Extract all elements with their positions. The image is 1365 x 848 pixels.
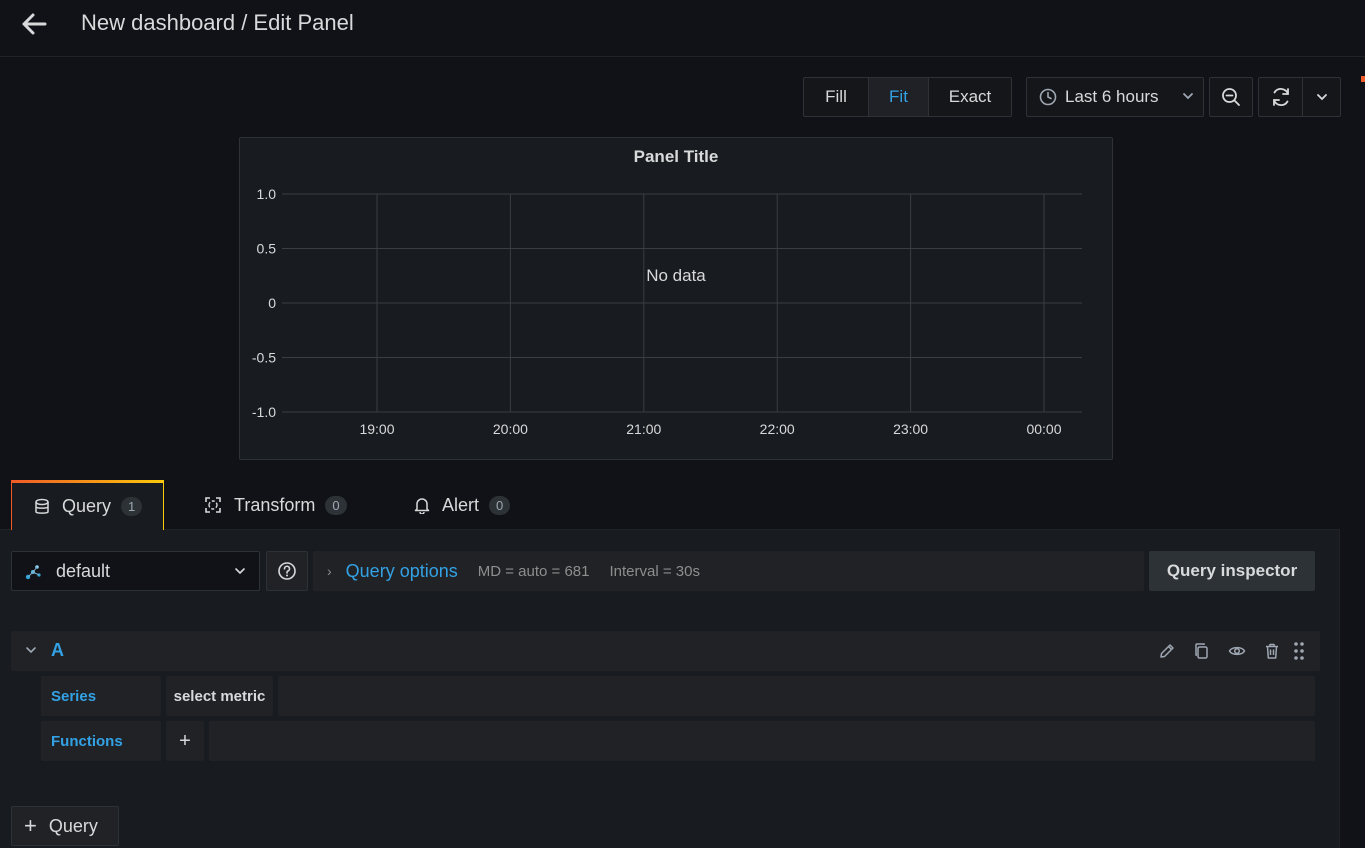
refresh-button[interactable] [1259,78,1303,116]
bell-icon [414,498,430,514]
view-mode-fit-button[interactable]: Fit [869,78,929,116]
drag-handle[interactable] [1289,641,1309,661]
x-tick-label: 00:00 [1026,421,1061,437]
edit-query-button[interactable] [1157,641,1177,661]
transform-icon [205,497,221,513]
query-options-toggle[interactable]: › Query options MD = auto = 681 Interval… [313,551,1144,591]
x-tick-label: 23:00 [893,421,928,437]
query-row-header: A [11,631,1320,671]
copy-icon [1195,643,1208,659]
plus-icon: + [24,813,37,838]
pencil-icon [1160,644,1174,658]
add-query-label: Query [48,815,98,836]
tab-query[interactable]: Query 1 [11,480,164,530]
functions-label: Functions [41,721,161,761]
view-mode-fill-button[interactable]: Fill [804,78,869,116]
time-range-label: Last 6 hours [1065,87,1159,106]
clock-icon [1039,88,1057,106]
delete-query-button[interactable] [1262,641,1282,661]
select-metric-segment[interactable]: select metric [166,676,273,716]
refresh-interval-dropdown[interactable] [1303,78,1340,116]
drag-handle-icon [1294,642,1304,660]
x-tick-label: 19:00 [359,421,394,437]
tab-alert-count: 0 [489,495,511,515]
datasource-name: default [56,560,111,581]
add-function-button[interactable]: + [166,721,204,761]
tab-alert-label: Alert [442,494,480,515]
editor-tabs: Query 1 Transform 0 Alert 0 [0,480,1340,530]
zoom-out-button[interactable] [1209,77,1253,117]
sync-icon [1272,88,1289,106]
tab-transform[interactable]: Transform 0 [204,480,364,530]
chevron-down-icon [1316,94,1327,101]
query-inspector-button[interactable]: Query inspector [1149,551,1315,591]
panel-preview: Panel Title 1.0 0.5 0 -0.5 -1.0 19:00 20:00 21:… [239,137,1113,460]
graph-chart: 1.0 0.5 0 -0.5 -1.0 19:00 20:00 21:00 22:00 23:00… [252,186,1082,437]
functions-row-filler [209,721,1315,761]
zoom-out-icon [1222,88,1240,106]
question-circle-icon [278,562,296,580]
max-data-points-info: MD = auto = 681 [477,562,590,580]
series-label: Series [41,676,161,716]
y-tick-label: 0 [268,295,276,311]
y-tick-label: 0.5 [257,241,277,257]
chevron-right-icon: › [327,563,332,579]
datasource-help-button[interactable] [266,551,308,591]
tab-query-count: 1 [121,497,143,516]
arrow-left-icon [22,13,47,35]
interval-info: Interval = 30s [609,562,700,580]
y-tick-label: -0.5 [252,350,276,366]
tab-query-label: Query [62,496,112,516]
x-tick-label: 21:00 [626,421,661,437]
tab-alert[interactable]: Alert 0 [414,480,534,530]
eye-icon [1228,646,1246,656]
query-editor: default › Query options MD = auto = 681 … [0,530,1340,848]
no-data-message: No data [646,266,706,285]
scroll-indicator [1361,76,1365,82]
chevron-down-icon [1183,93,1193,100]
view-mode-group: Fill Fit Exact [803,77,1012,117]
toggle-query-visibility-button[interactable] [1227,641,1247,661]
chevron-down-icon [235,568,245,575]
y-tick-label: -1.0 [252,404,276,420]
query-ref-id[interactable]: A [51,640,64,661]
tab-transform-count: 0 [325,495,347,515]
time-range-picker[interactable]: Last 6 hours [1026,77,1204,117]
view-mode-exact-button[interactable]: Exact [929,78,1011,116]
chevron-down-icon[interactable] [24,643,38,657]
add-query-button[interactable]: + Query [11,806,119,846]
database-icon [35,498,49,514]
duplicate-query-button[interactable] [1192,641,1212,661]
query-options-title: Query options [345,560,458,581]
back-button[interactable] [18,8,50,40]
refresh-group [1258,77,1341,117]
graphite-logo-icon [25,565,41,580]
tab-transform-label: Transform [234,494,316,515]
datasource-picker[interactable]: default [11,551,260,591]
trash-icon [1266,643,1278,659]
top-bar: New dashboard / Edit Panel [0,0,1365,57]
y-tick-label: 1.0 [257,186,277,202]
series-row-filler [278,676,1315,716]
x-tick-label: 20:00 [493,421,528,437]
page-title: New dashboard / Edit Panel [81,10,354,35]
x-tick-label: 22:00 [760,421,795,437]
